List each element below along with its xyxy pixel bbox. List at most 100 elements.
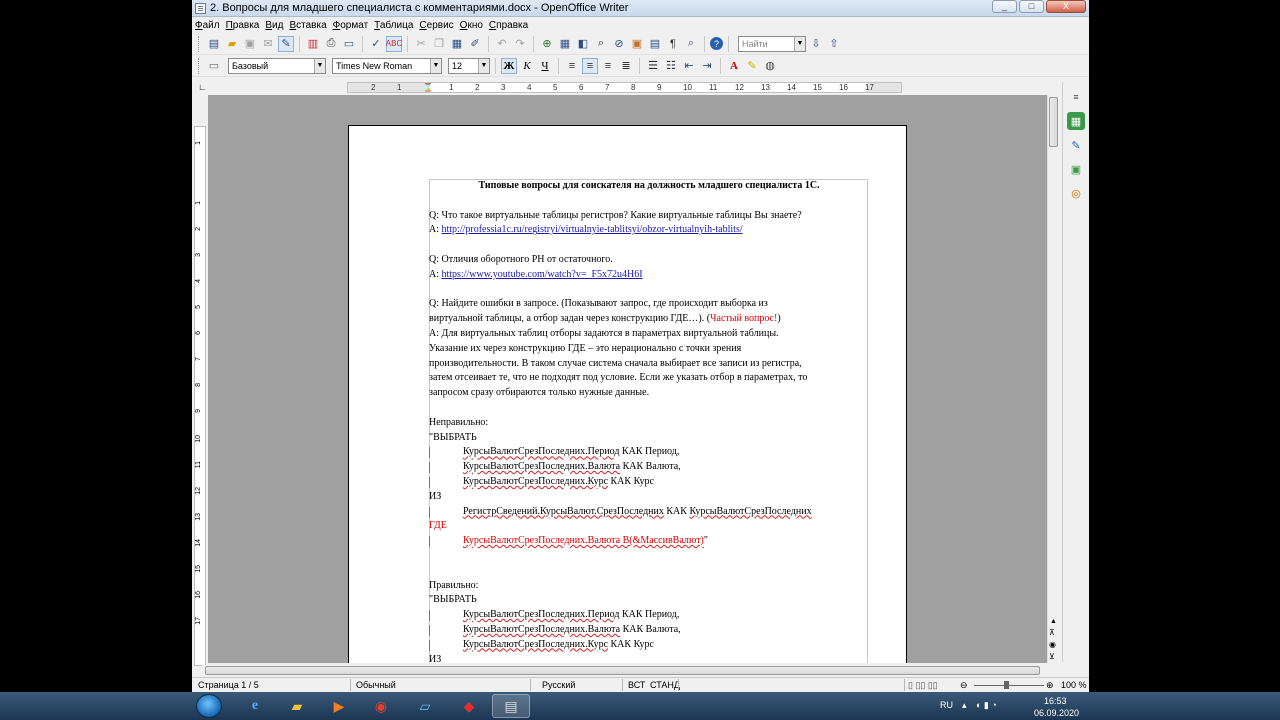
help-icon[interactable]: ? [710,37,723,50]
autospellcheck-icon[interactable]: ABC [386,35,402,52]
page-style[interactable]: Обычный [356,680,396,691]
menu-table[interactable]: Таблица [373,20,418,31]
draw-functions-icon[interactable]: ◧ [575,36,591,52]
spellcheck-icon[interactable]: ✓ [368,36,384,52]
paragraph-style-select[interactable]: Базовый ▼ [228,57,326,74]
print-icon[interactable]: ⎙ [323,36,339,52]
menu-view[interactable]: Вид [264,20,288,31]
chevron-down-icon[interactable]: ▼ [478,58,489,73]
start-button[interactable] [196,694,222,718]
clock-time[interactable]: 16:53 [1044,696,1067,706]
view-layout-icons[interactable]: ▯ ▯▯ ▯▯ [908,680,938,691]
export-pdf-icon[interactable]: ▥ [305,36,321,52]
horizontal-scroll-thumb[interactable] [205,666,1040,675]
vertical-scrollbar[interactable]: ▲ ⊼ ◉ ⊻ [1047,95,1059,663]
bold-button[interactable]: Ж [501,57,517,74]
decrease-indent-icon[interactable]: ⇤ [681,58,697,74]
selection-mode[interactable]: СТАНД [650,680,680,691]
toolbar-grip[interactable] [198,35,201,52]
document-page[interactable]: Типовые вопросы для соискателя на должно… [348,125,907,663]
zoom-in-icon[interactable]: ⊕ [1046,680,1054,691]
menu-window[interactable]: Окно [459,20,488,31]
zoom-out-icon[interactable]: ⊖ [960,680,968,691]
keyboard-language[interactable]: RU [940,700,953,710]
document-text[interactable]: Типовые вопросы для соискателя на должно… [429,179,869,663]
taskbar-writer-icon[interactable]: ▤ [492,694,530,718]
save-icon[interactable]: ▣ [242,36,258,52]
zoom-slider-thumb[interactable] [1004,681,1009,689]
font-name-select[interactable]: Times New Roman ▼ [332,57,442,74]
align-right-icon[interactable]: ≡ [600,58,616,74]
paste-icon[interactable]: ▦ [449,36,465,52]
minimize-button[interactable]: _ [992,0,1017,13]
gallery-icon[interactable]: ▣ [629,36,645,52]
taskbar-ie-icon[interactable]: e [236,694,274,718]
underline-button[interactable]: Ч [537,58,553,74]
sidebar-menu-icon[interactable]: ≡ [1067,88,1085,106]
chevron-down-icon[interactable]: ▼ [794,36,805,51]
font-color-icon[interactable]: A [726,58,742,74]
formatting-marks-icon[interactable]: ¶ [665,36,681,52]
menu-edit[interactable]: Правка [225,20,265,31]
new-document-icon[interactable]: ▤ [206,36,222,52]
highlight-icon[interactable]: ✎ [744,58,760,74]
table-icon[interactable]: ▦ [557,36,573,52]
email-icon[interactable]: ✉ [260,36,276,52]
page-preview-icon[interactable]: ▭ [341,36,357,52]
taskbar-anydesk-icon[interactable]: ◆ [450,694,488,718]
italic-button[interactable]: К [519,58,535,74]
chevron-down-icon[interactable]: ▼ [430,58,441,73]
chevron-down-icon[interactable]: ▼ [314,58,325,73]
clock-date[interactable]: 06.09.2020 [1034,708,1079,718]
undo-icon[interactable]: ↶ [494,36,510,52]
prev-page-icon[interactable]: ⊼ [1049,628,1055,637]
increase-indent-icon[interactable]: ⇥ [699,58,715,74]
tray-arrow-icon[interactable]: ▴ [962,700,967,711]
vertical-ruler[interactable]: 1 1 2 3 4 5 6 7 8 9 10 11 12 13 14 15 16… [194,126,206,666]
copy-icon[interactable]: ❐ [431,36,447,52]
taskbar-explorer-icon[interactable]: ▰ [278,694,316,718]
format-paintbrush-icon[interactable]: ✐ [467,36,483,52]
font-size-select[interactable]: 12 ▼ [448,57,490,74]
maximize-button[interactable]: □ [1019,0,1044,13]
menu-tools[interactable]: Сервис [418,20,458,31]
background-color-icon[interactable]: ◍ [762,58,778,74]
justify-icon[interactable]: ≣ [618,58,634,74]
horizontal-scrollbar[interactable] [202,665,1045,676]
close-button[interactable]: X [1046,0,1086,13]
menu-file[interactable]: Файл [194,20,225,31]
taskbar-app-icon[interactable]: ▱ [406,694,444,718]
vertical-scroll-thumb[interactable] [1049,97,1058,147]
answer-2-link[interactable]: https://www.youtube.com/watch?v=_F5x72u4… [442,269,643,280]
properties-icon[interactable]: ▦ [1067,112,1085,130]
answer-1-link[interactable]: http://professia1c.ru/registryi/virtualn… [442,224,743,235]
navigator-icon[interactable]: ⊘ [611,36,627,52]
menu-help[interactable]: Справка [488,20,533,31]
numbering-icon[interactable]: ☰ [645,58,661,74]
styles-icon[interactable]: ✎ [1067,136,1085,154]
align-left-icon[interactable]: ≡ [564,58,580,74]
navigator-sidebar-icon[interactable]: ◎ [1067,184,1085,202]
scroll-up-icon[interactable]: ▲ [1050,618,1057,625]
gallery-sidebar-icon[interactable]: ▣ [1067,160,1085,178]
toolbar-grip[interactable] [198,57,201,74]
document-area[interactable]: Типовые вопросы для соискателя на должно… [208,95,1047,663]
zoom-slider[interactable] [974,685,1044,686]
find-next-icon[interactable]: ⇩ [808,36,824,52]
hyperlink-icon[interactable]: ⊕ [539,36,555,52]
data-sources-icon[interactable]: ▤ [647,36,663,52]
menu-insert[interactable]: Вставка [288,20,331,31]
tray-icons[interactable]: ◐ ▮ ◔ [976,700,997,711]
horizontal-ruler[interactable]: 2 1 ⌛ 1 2 3 4 5 6 7 8 9 10 11 12 13 14 1… [347,82,902,93]
open-folder-icon[interactable]: ▰ [224,36,240,52]
bullets-icon[interactable]: ☷ [663,58,679,74]
menu-format[interactable]: Формат [332,20,374,31]
find-previous-icon[interactable]: ⇧ [826,36,842,52]
insert-mode[interactable]: ВСТ [628,680,645,691]
align-center-icon[interactable]: ≡ [582,57,598,74]
next-page-icon[interactable]: ⊻ [1049,652,1055,661]
find-replace-icon[interactable]: ⌕ [593,36,609,52]
find-input[interactable]: Найти ▼ [738,35,806,52]
taskbar-media-icon[interactable]: ▶ [320,694,358,718]
redo-icon[interactable]: ↷ [512,36,528,52]
